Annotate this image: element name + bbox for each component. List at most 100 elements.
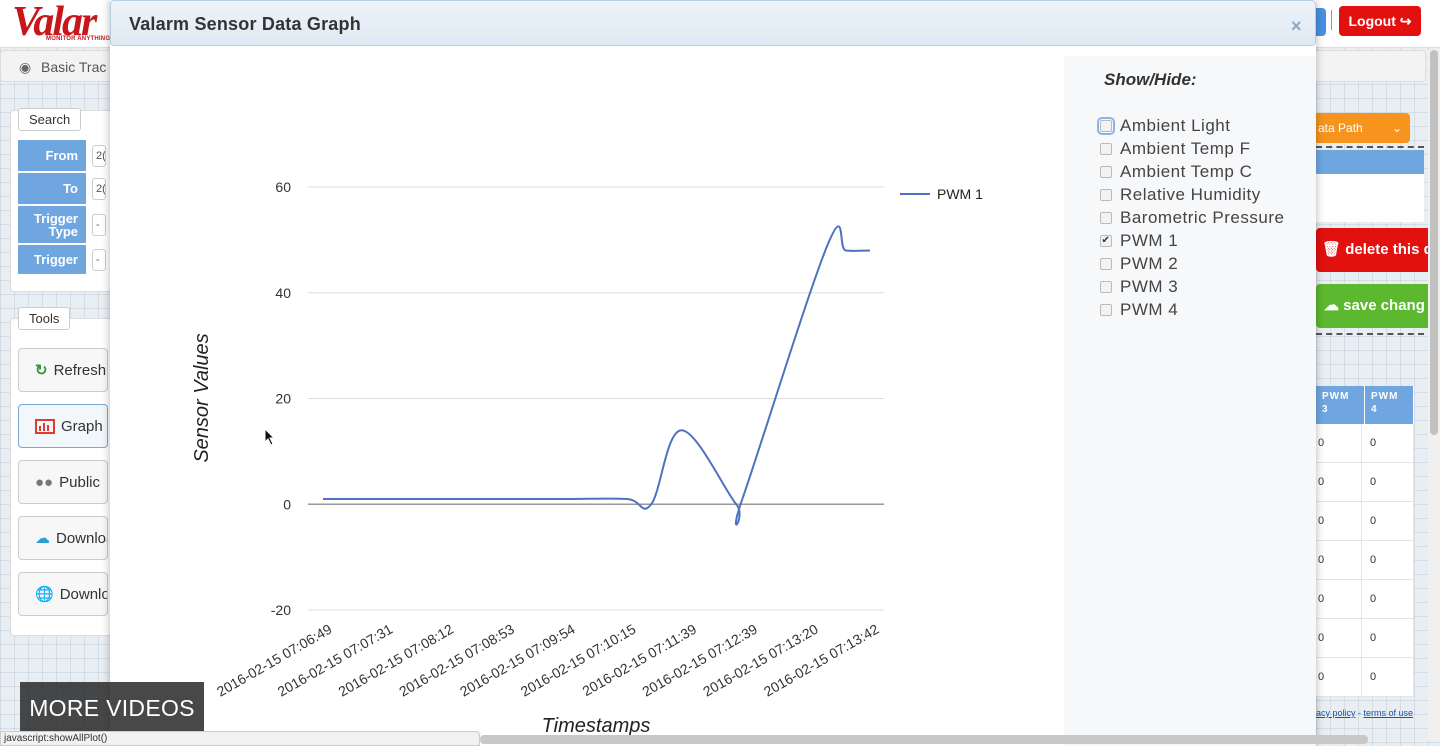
footer-separator: -	[1355, 708, 1364, 718]
close-icon[interactable]: ×	[1291, 16, 1302, 37]
bar-chart-icon	[35, 418, 55, 434]
checkbox[interactable]	[1100, 143, 1112, 155]
download-label: Download	[59, 585, 107, 603]
checkbox-label: PWM 3	[1120, 277, 1179, 296]
cloud-upload-icon: ☁	[1324, 297, 1339, 314]
table-cell: 0	[1316, 541, 1362, 579]
search-label-from: From	[18, 140, 86, 172]
download-kml-button[interactable]: 🌐 Download	[18, 572, 108, 616]
legend-label-pwm-1: PWM 1	[937, 186, 983, 202]
save-changes-button[interactable]: ☁ save chang	[1316, 284, 1428, 328]
table-row: 00	[1316, 658, 1414, 697]
y-tick-label: 60	[275, 179, 291, 195]
checkbox-label: Ambient Light	[1120, 116, 1231, 135]
checkbox-label: Barometric Pressure	[1120, 208, 1285, 227]
table-row: 00	[1316, 424, 1414, 463]
table-cell: 0	[1362, 424, 1414, 462]
graph-button[interactable]: Graph	[18, 404, 108, 448]
show-hide-item[interactable]: Barometric Pressure	[1100, 208, 1284, 228]
table-cell: 0	[1362, 580, 1414, 618]
delete-label: delete this de	[1345, 241, 1428, 258]
table-cell: 0	[1316, 502, 1362, 540]
sign-out-icon: ↪	[1399, 13, 1412, 29]
x-tick-label: 2016-02-15 07:06:49	[214, 621, 335, 700]
table-row: 00	[1316, 580, 1414, 619]
save-label: save chang	[1343, 297, 1425, 314]
table-row: 00	[1316, 463, 1414, 502]
show-hide-item[interactable]: Ambient Light	[1097, 116, 1231, 136]
show-hide-item[interactable]: Ambient Temp F	[1100, 139, 1250, 159]
section-body	[1316, 174, 1424, 222]
x-tick-label: 2016-02-15 07:08:12	[335, 621, 456, 700]
to-date-input[interactable]: 2(	[92, 178, 106, 200]
page-scrollbar[interactable]	[1428, 50, 1440, 740]
caret-down-icon: ⌄	[1391, 121, 1402, 135]
table-row: 00	[1316, 541, 1414, 580]
map-marker-icon: ◉	[19, 59, 32, 75]
series-line-pwm-1	[323, 225, 871, 526]
column-header[interactable]: PWM 3	[1316, 386, 1365, 424]
checkbox[interactable]: ✔	[1100, 235, 1112, 247]
graph-label: Graph	[61, 417, 103, 435]
tools-legend: Tools	[18, 307, 71, 330]
refresh-icon: ↻	[35, 362, 48, 379]
scrollbar-thumb[interactable]	[1430, 50, 1438, 435]
header-separator	[1331, 10, 1332, 30]
terms-of-use-link[interactable]: terms of use	[1364, 708, 1414, 718]
header-button-edge[interactable]	[1316, 8, 1326, 36]
modal-title: Valarm Sensor Data Graph	[129, 14, 361, 34]
column-header[interactable]: PWM 4	[1365, 386, 1414, 424]
privacy-policy-link[interactable]: acy policy	[1316, 708, 1356, 718]
divider	[1316, 146, 1424, 148]
checkbox-label: PWM 4	[1120, 300, 1179, 319]
more-videos-button[interactable]: MORE VIDEOS	[20, 682, 204, 734]
graph-modal: Valarm Sensor Data Graph × -20 0 20 40 60 20…	[110, 0, 1316, 746]
search-label-trigger-type: Trigger Type	[18, 206, 86, 244]
checkbox[interactable]	[1100, 166, 1112, 178]
search-label-trigger: Trigger	[18, 245, 86, 275]
download-csv-button[interactable]: ☁ Download	[18, 516, 108, 560]
public-label: Public	[59, 473, 100, 491]
table-cell: 0	[1316, 658, 1362, 696]
status-bar: javascript:showAllPlot()	[0, 731, 480, 746]
table-cell: 0	[1316, 424, 1362, 462]
chart-area: -20 0 20 40 60 2016-02-15 07:06:49 2016-02-15…	[128, 56, 1064, 746]
logout-button[interactable]: Logout ↪	[1339, 6, 1421, 36]
checkbox[interactable]	[1100, 189, 1112, 201]
table-cell: 0	[1362, 463, 1414, 501]
checkbox-label: Relative Humidity	[1120, 185, 1261, 204]
from-date-input[interactable]: 2(	[92, 145, 106, 167]
checkbox[interactable]	[1097, 117, 1115, 135]
trigger-select[interactable]: -	[92, 249, 106, 271]
show-hide-item[interactable]: PWM 4	[1100, 300, 1178, 320]
checkbox[interactable]	[1100, 258, 1112, 270]
show-hide-item[interactable]: Ambient Temp C	[1100, 162, 1252, 182]
table-cell: 0	[1316, 463, 1362, 501]
x-tick-label: 2016-02-15 07:10:15	[518, 621, 639, 700]
checkbox[interactable]	[1100, 212, 1112, 224]
show-hide-item[interactable]: PWM 3	[1100, 277, 1178, 297]
show-hide-item[interactable]: PWM 2	[1100, 254, 1178, 274]
delete-device-button[interactable]: 🗑 delete this de	[1316, 228, 1428, 272]
y-tick-label: 40	[275, 285, 291, 301]
globe-icon: 🌐	[35, 586, 54, 603]
trigger-type-select[interactable]: -	[92, 214, 106, 236]
show-hide-item[interactable]: Relative Humidity	[1100, 185, 1261, 205]
sensor-line-chart: -200204060 2016-02-15 07:06:492016-02-15…	[191, 179, 983, 737]
section-header	[1316, 150, 1424, 174]
breadcrumb-text[interactable]: Basic Trac	[41, 59, 106, 75]
checkbox-label: PWM 1	[1120, 231, 1179, 250]
data-path-button[interactable]: ata Path ⌄	[1310, 113, 1410, 143]
horizontal-scrollbar[interactable]	[480, 735, 1368, 744]
logout-label: Logout	[1348, 13, 1396, 29]
refresh-label: Refresh	[53, 361, 107, 379]
y-axis-label: Sensor Values	[191, 333, 213, 462]
y-tick-label: -20	[271, 602, 291, 618]
logo-tagline: MONITOR ANYTHING	[46, 36, 111, 42]
checkbox[interactable]	[1100, 281, 1112, 293]
refresh-button[interactable]: ↻ Refresh	[18, 348, 108, 392]
x-tick-label: 2016-02-15 07:07:31	[275, 621, 396, 700]
show-hide-item[interactable]: ✔ PWM 1	[1100, 231, 1178, 251]
public-button[interactable]: ●● Public	[18, 460, 108, 504]
checkbox[interactable]	[1100, 304, 1112, 316]
